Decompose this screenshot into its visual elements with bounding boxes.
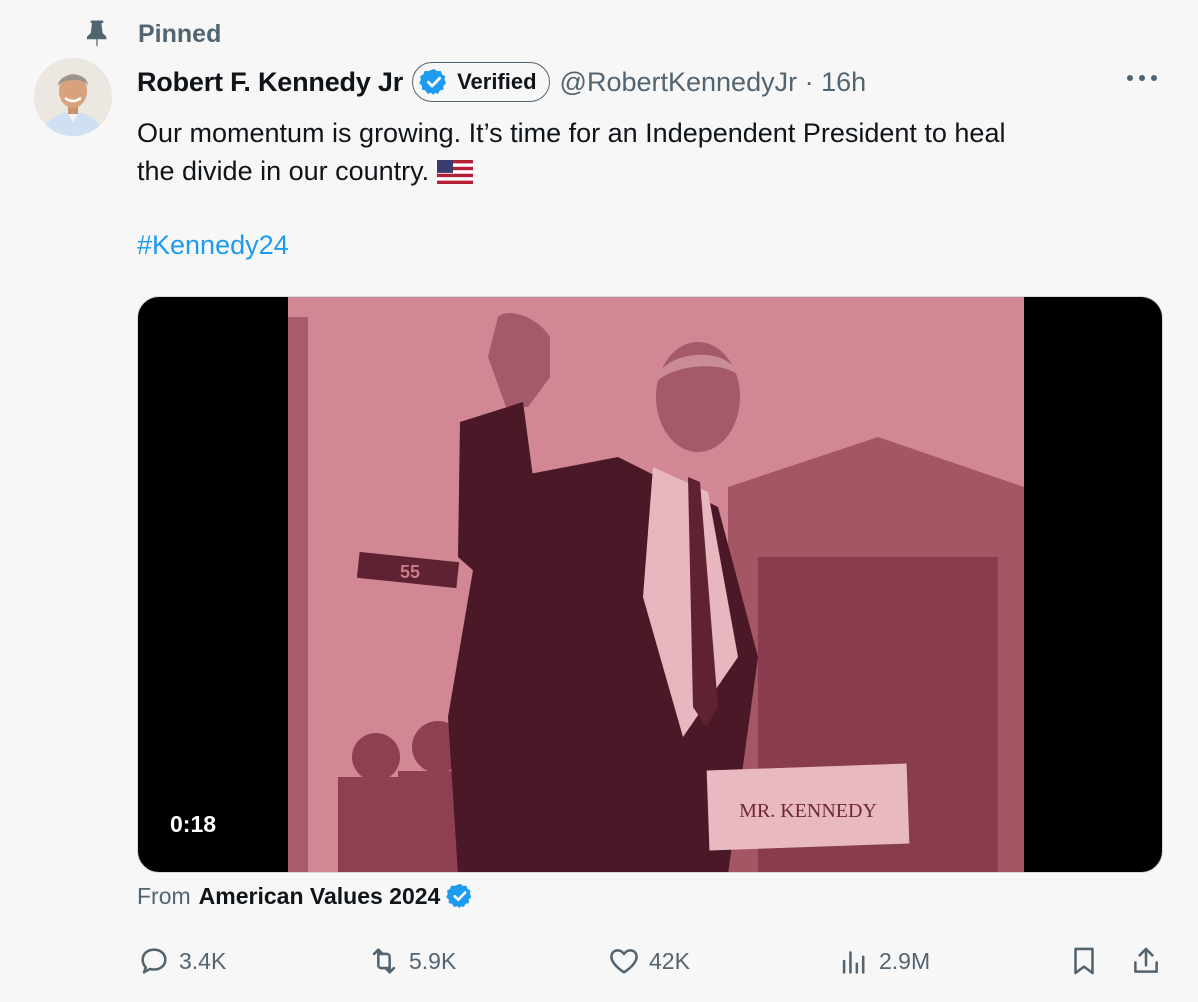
views-count: 2.9M (879, 947, 931, 974)
like-count: 42K (649, 947, 690, 974)
us-flag-icon (437, 160, 474, 184)
pinned-row: Pinned (82, 18, 221, 48)
tweet-text-line-2-wrap: the divide in our country. (137, 152, 1157, 190)
author-name[interactable]: Robert F. Kennedy Jr (137, 67, 403, 98)
repost-icon (372, 948, 396, 974)
reply-icon (141, 948, 167, 974)
pin-icon (87, 20, 107, 47)
share-icon (1134, 947, 1158, 973)
repost-button[interactable]: 5.9K (367, 944, 456, 978)
source-name[interactable]: American Values 2024 (199, 883, 441, 910)
reply-button[interactable]: 3.4K (137, 944, 226, 978)
source-prefix: From (137, 882, 191, 909)
reply-count: 3.4K (179, 947, 227, 974)
room-sign: 55 (400, 562, 420, 582)
bookmark-icon (1074, 947, 1094, 975)
video-thumbnail[interactable]: 55 MR. KENNEDY (288, 297, 1024, 873)
views-chart-icon (842, 951, 865, 974)
tweet-text: Our momentum is growing. It’s time for a… (137, 114, 1157, 190)
video-source: From American Values 2024 (137, 882, 474, 910)
tweet-header: Robert F. Kennedy Jr Verified @RobertKen… (137, 58, 866, 106)
repost-count: 5.9K (409, 947, 457, 974)
handle-and-time[interactable]: @RobertKennedyJr · 16h (560, 67, 867, 98)
hashtag-link[interactable]: #Kennedy24 (137, 230, 289, 261)
heart-icon (610, 949, 638, 974)
avatar[interactable] (34, 58, 112, 136)
video-duration: 0:18 (152, 805, 235, 844)
tweet-text-line-1: Our momentum is growing. It’s time for a… (137, 118, 1006, 148)
pinned-label: Pinned (138, 20, 222, 48)
verified-badge-icon (419, 68, 447, 96)
bookmark-button[interactable] (1067, 944, 1101, 978)
verified-label: Verified (457, 69, 537, 94)
tweet-actions: 3.4K 5.9K 42K 2.9M (137, 944, 1167, 984)
video-player[interactable]: 55 MR. KENNEDY 0:18 (137, 296, 1163, 873)
verified-badge-icon (446, 883, 472, 909)
tweet-text-line-2: the divide in our country. (137, 156, 430, 186)
like-button[interactable]: 42K (607, 944, 690, 978)
share-button[interactable] (1129, 944, 1163, 978)
more-options-icon[interactable] (1124, 66, 1160, 90)
verified-pill[interactable]: Verified (412, 62, 550, 102)
nameplate: MR. KENNEDY (739, 800, 877, 822)
views-button[interactable]: 2.9M (837, 944, 930, 978)
